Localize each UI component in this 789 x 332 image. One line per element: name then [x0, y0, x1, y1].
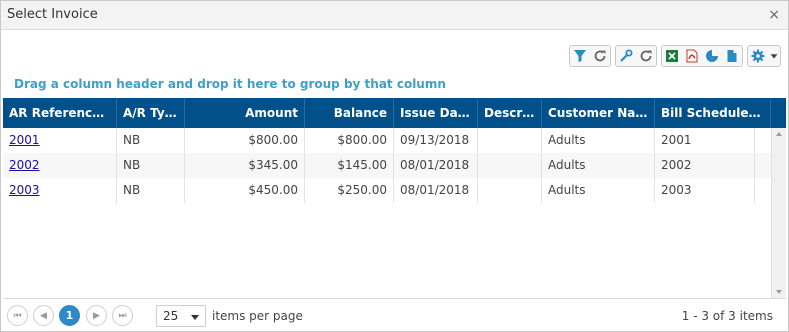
refresh-icon[interactable]	[636, 46, 656, 66]
column-header-ar-type[interactable]: A/R Type	[117, 98, 185, 128]
document-icon[interactable]	[722, 46, 742, 66]
dialog-title: Select Invoice	[7, 7, 98, 22]
balance-cell: $145.00	[305, 153, 394, 178]
grid-pager: ⏮ ◀ 1 ▶ ⏭ 25 items per page 1 - 3 of 3 i…	[3, 298, 786, 331]
chevron-down-icon[interactable]	[768, 46, 780, 66]
ar-reference-cell: 2003	[3, 178, 117, 203]
grid-header: AR Reference ↑ A/R Type Amount Balance I…	[3, 98, 786, 128]
pager-info: 1 - 3 of 3 items	[681, 309, 773, 323]
chevron-down-icon	[191, 315, 199, 320]
previous-page-icon[interactable]: ◀	[33, 305, 54, 326]
table-row[interactable]: 2001 NB $800.00 $800.00 09/13/2018 Adult…	[3, 128, 771, 153]
options-group	[747, 45, 781, 67]
chart-icon[interactable]	[702, 46, 722, 66]
column-header-description[interactable]: Descri...	[478, 98, 542, 128]
excel-icon[interactable]	[662, 46, 682, 66]
pdf-icon[interactable]	[682, 46, 702, 66]
column-header-label: AR Reference	[9, 106, 101, 120]
customer-name-cell: Adults	[542, 128, 655, 153]
filter-icon[interactable]	[570, 46, 590, 66]
column-header-issue-date[interactable]: Issue Date	[394, 98, 478, 128]
page-size-select[interactable]: 25	[156, 305, 206, 327]
bill-schedule-cell: 2003	[655, 178, 755, 203]
column-header-amount[interactable]: Amount	[185, 98, 305, 128]
column-header-ar-reference[interactable]: AR Reference ↑	[3, 98, 117, 128]
scroll-up-icon[interactable]	[776, 132, 782, 136]
group-drop-hint[interactable]: Drag a column header and drop it here to…	[14, 77, 446, 91]
customer-name-cell: Adults	[542, 153, 655, 178]
amount-cell: $345.00	[185, 153, 305, 178]
select-invoice-dialog: Select Invoice × Drag a column header an…	[0, 0, 789, 332]
bill-schedule-cell: 2001	[655, 128, 755, 153]
balance-cell: $250.00	[305, 178, 394, 203]
refresh-icon[interactable]	[590, 46, 610, 66]
first-page-icon[interactable]: ⏮	[7, 305, 28, 326]
ar-type-cell: NB	[117, 153, 185, 178]
ar-reference-cell: 2002	[3, 153, 117, 178]
customer-name-cell: Adults	[542, 178, 655, 203]
ar-type-cell: NB	[117, 128, 185, 153]
ar-reference-link[interactable]: 2001	[9, 133, 40, 147]
table-row[interactable]: 2002 NB $345.00 $145.00 08/01/2018 Adult…	[3, 153, 771, 178]
settings-group	[615, 45, 657, 67]
ar-reference-link[interactable]: 2003	[9, 183, 40, 197]
issue-date-cell: 08/01/2018	[394, 178, 478, 203]
balance-cell: $800.00	[305, 128, 394, 153]
column-header-bill-schedule[interactable]: Bill Schedule ...	[655, 98, 771, 128]
amount-cell: $800.00	[185, 128, 305, 153]
invoice-grid: AR Reference ↑ A/R Type Amount Balance I…	[3, 98, 786, 298]
dialog-titlebar: Select Invoice ×	[1, 1, 788, 30]
scroll-down-icon[interactable]	[776, 290, 782, 294]
description-cell	[478, 128, 542, 153]
ar-type-cell: NB	[117, 178, 185, 203]
description-cell	[478, 153, 542, 178]
header-scroll-spacer	[771, 98, 786, 128]
column-header-customer-name[interactable]: Customer Name	[542, 98, 655, 128]
grid-toolbar	[569, 45, 781, 67]
filter-group	[569, 45, 611, 67]
column-header-balance[interactable]: Balance	[305, 98, 394, 128]
next-page-icon[interactable]: ▶	[86, 305, 107, 326]
page-size-value: 25	[163, 309, 179, 323]
issue-date-cell: 09/13/2018	[394, 128, 478, 153]
table-row[interactable]: 2003 NB $450.00 $250.00 08/01/2018 Adult…	[3, 178, 771, 203]
wrench-icon[interactable]	[616, 46, 636, 66]
bill-schedule-cell: 2002	[655, 153, 755, 178]
close-icon[interactable]: ×	[768, 7, 780, 23]
description-cell	[478, 178, 542, 203]
page-button-current[interactable]: 1	[59, 305, 80, 326]
export-group	[661, 45, 743, 67]
gear-icon[interactable]	[748, 46, 768, 66]
last-page-icon[interactable]: ⏭	[112, 305, 133, 326]
ar-reference-link[interactable]: 2002	[9, 158, 40, 172]
issue-date-cell: 08/01/2018	[394, 153, 478, 178]
amount-cell: $450.00	[185, 178, 305, 203]
items-per-page-label: items per page	[212, 309, 303, 323]
vertical-scrollbar[interactable]	[771, 128, 786, 298]
ar-reference-cell: 2001	[3, 128, 117, 153]
grid-body: 2001 NB $800.00 $800.00 09/13/2018 Adult…	[3, 128, 771, 298]
